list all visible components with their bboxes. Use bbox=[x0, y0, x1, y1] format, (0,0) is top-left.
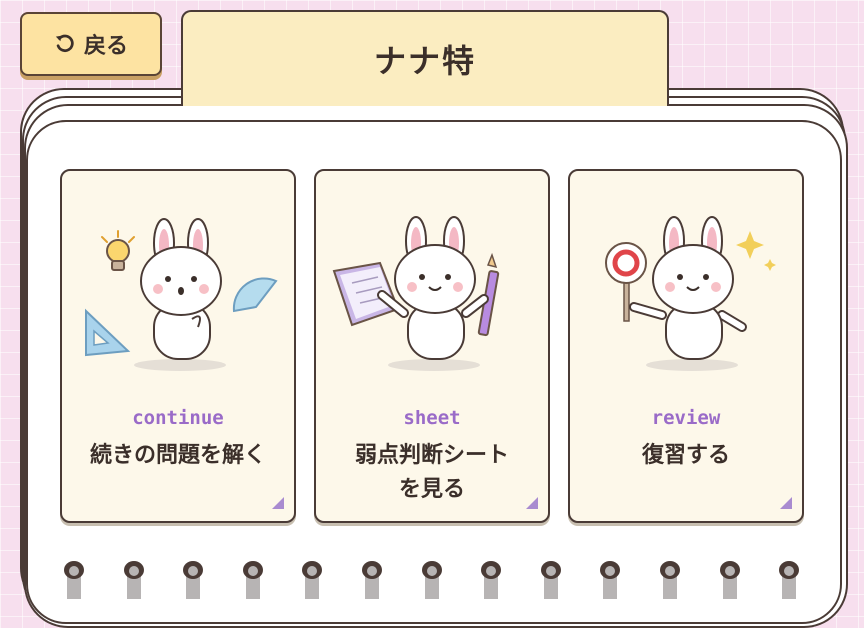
triangle-ruler-icon bbox=[85, 308, 131, 357]
card-label-line: 続きの問題を解く bbox=[89, 443, 266, 468]
rabbit-icon bbox=[134, 218, 226, 371]
sparkle-icon bbox=[736, 231, 776, 271]
binder-ring bbox=[300, 560, 324, 599]
continue-illustration bbox=[85, 218, 278, 371]
binder-ring bbox=[658, 560, 682, 599]
binder-ring bbox=[360, 560, 384, 599]
protractor-icon bbox=[232, 277, 278, 313]
card-label: 復習する bbox=[570, 439, 802, 473]
corner-triangle-icon bbox=[780, 497, 792, 509]
binder-ring bbox=[479, 560, 503, 599]
continue-card[interactable]: continue 続きの問題を解く bbox=[60, 169, 296, 523]
corner-triangle-icon bbox=[272, 497, 284, 509]
binder-ring bbox=[598, 560, 622, 599]
rabbit-icon bbox=[629, 216, 747, 371]
sheet-card[interactable]: sheet 弱点判断シート を見る bbox=[314, 169, 550, 523]
sheet-illustration bbox=[332, 216, 500, 371]
undo-icon bbox=[55, 34, 74, 53]
binder-ring bbox=[539, 560, 563, 599]
binder-ring bbox=[122, 560, 146, 599]
card-label-line: 弱点判断シート bbox=[354, 443, 509, 468]
review-illustration bbox=[605, 216, 776, 371]
back-button-label: 戻る bbox=[83, 34, 128, 59]
corner-triangle-icon bbox=[526, 497, 538, 509]
binder-ring bbox=[181, 560, 205, 599]
back-button[interactable]: 戻る bbox=[20, 12, 162, 76]
rabbit-icon bbox=[377, 216, 489, 371]
binder-ring bbox=[420, 560, 444, 599]
binder-ring bbox=[718, 560, 742, 599]
lightbulb-icon bbox=[101, 230, 135, 271]
card-english-label: sheet bbox=[403, 407, 461, 429]
binder-ring bbox=[777, 560, 801, 599]
card-label: 弱点判断シート を見る bbox=[316, 439, 548, 507]
card-english-label: review bbox=[651, 407, 721, 429]
card-label-line-2: を見る bbox=[398, 477, 465, 502]
card-english-label: continue bbox=[132, 407, 224, 429]
card-label-line: 復習する bbox=[641, 443, 730, 468]
review-card[interactable]: review 復習する bbox=[568, 169, 804, 523]
card-label: 続きの問題を解く bbox=[62, 439, 294, 473]
page-title: ナナ特 bbox=[181, 10, 669, 106]
binder-ring bbox=[62, 560, 86, 599]
binder-ring bbox=[241, 560, 265, 599]
